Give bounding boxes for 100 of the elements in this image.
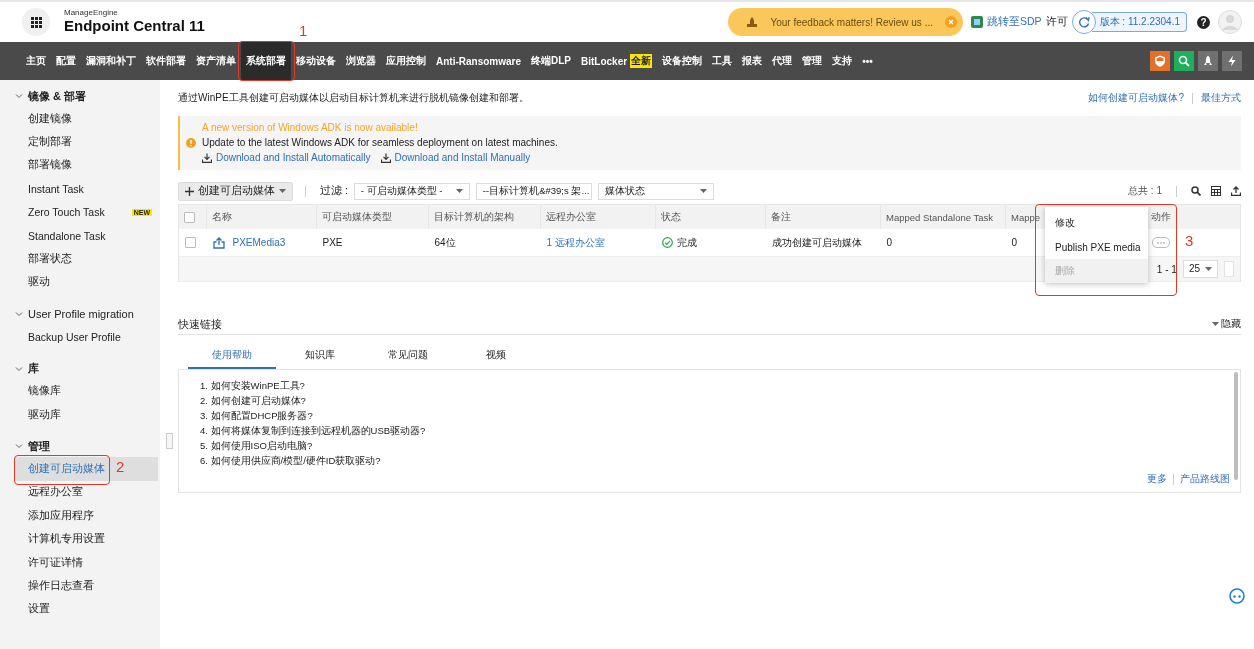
avatar-icon[interactable]: [1218, 10, 1242, 34]
column-header[interactable]: 目标计算机的架构: [428, 204, 541, 229]
sidebar-item[interactable]: Standalone Task: [14, 223, 158, 248]
nav-tab[interactable]: 工具: [707, 42, 738, 80]
table-cell: 成功创建可启动媒体: [765, 229, 881, 257]
nav-tab[interactable]: 终端DLP: [526, 42, 576, 80]
search-icon: [1178, 55, 1190, 67]
sidebar-item[interactable]: 操作日志查看: [14, 574, 158, 598]
chevron-icon[interactable]: [15, 442, 23, 451]
check-circle-icon: [661, 237, 673, 248]
nav-tab[interactable]: 代理: [767, 42, 798, 80]
checkbox[interactable]: [184, 211, 195, 223]
help-question-link[interactable]: 4. 如何将媒体复制到连接到远程机器的USB驱动器?: [200, 425, 1219, 437]
shield-button[interactable]: [1150, 51, 1170, 71]
nav-tab[interactable]: 报表: [737, 42, 768, 80]
section-title: 镜像 & 部署: [28, 88, 87, 104]
filter-dropdown[interactable]: --目标计算机&#39;s 架...: [475, 182, 592, 200]
help-question-link[interactable]: 2. 如何创建可启动媒体?: [200, 395, 1219, 407]
help-question-link[interactable]: 5. 如何使用ISO启动电脑?: [200, 440, 1219, 452]
nav-tab[interactable]: 漏洞和补丁: [81, 42, 141, 80]
nav-tab[interactable]: 系统部署: [241, 42, 291, 80]
nav-tab[interactable]: •••: [857, 42, 878, 80]
filter-dropdown[interactable]: - 可启动媒体类型 -: [353, 182, 470, 200]
nav-tab[interactable]: 资产清单: [191, 42, 241, 80]
nav-tab[interactable]: Anti-Ransomware: [431, 42, 526, 80]
chevron-icon[interactable]: [15, 310, 23, 319]
nav-tab[interactable]: 设备控制: [657, 42, 708, 80]
download-link[interactable]: Download and Install Automatically: [216, 152, 371, 163]
roadmap-link[interactable]: 产品路线图: [1180, 473, 1230, 486]
help-link[interactable]: 最佳方式: [1201, 91, 1241, 105]
tab[interactable]: 视频: [452, 345, 540, 369]
lightning-button[interactable]: [1222, 51, 1242, 71]
nav-tab[interactable]: 管理: [797, 42, 828, 80]
help-question-link[interactable]: 3. 如何配置DHCP服务器?: [200, 410, 1219, 422]
hide-toggle[interactable]: 隐藏: [1212, 317, 1241, 331]
nav-tab[interactable]: BitLocker 全新: [576, 42, 658, 80]
next-page-button[interactable]: [1224, 261, 1234, 277]
plus-icon: [185, 186, 194, 196]
sidebar-item[interactable]: 添加应用程序: [14, 504, 158, 528]
download-link[interactable]: Download and Install Manually: [394, 152, 531, 163]
help-button[interactable]: ?: [1197, 15, 1210, 29]
column-header[interactable]: 远程办公室: [540, 204, 656, 229]
search-icon[interactable]: [1191, 186, 1201, 196]
chevron-icon[interactable]: [15, 364, 23, 373]
nav-tab[interactable]: 主页: [21, 42, 51, 80]
column-header[interactable]: 名称: [206, 204, 317, 229]
page-size-select[interactable]: 25: [1182, 260, 1218, 278]
sidebar-item[interactable]: 创建镜像: [14, 107, 158, 131]
nav-tab[interactable]: 应用控制: [381, 42, 431, 80]
checkbox[interactable]: [185, 237, 196, 248]
sidebar-item[interactable]: Instant Task: [14, 177, 158, 201]
sidebar-item[interactable]: Backup User Profile: [14, 325, 158, 349]
column-header[interactable]: 状态: [655, 204, 766, 229]
nav-tab[interactable]: 移动设备: [291, 42, 341, 80]
sidebar-item[interactable]: 部署状态: [14, 247, 158, 271]
license-link[interactable]: 许可: [1045, 15, 1068, 29]
office-link[interactable]: 1 远程办公室: [546, 236, 605, 248]
more-actions-button[interactable]: [1151, 237, 1170, 248]
sidebar-item[interactable]: 定制部署: [14, 130, 158, 154]
columns-icon[interactable]: [1211, 186, 1221, 196]
export-icon[interactable]: [1231, 186, 1241, 196]
scrollbar[interactable]: [1234, 372, 1238, 480]
menu-item[interactable]: Publish PXE media: [1045, 235, 1148, 259]
help-question-link[interactable]: 6. 如何使用供应商/模型/硬件ID获取驱动?: [200, 455, 1219, 467]
tab[interactable]: 常见问题: [364, 345, 452, 369]
media-name-link[interactable]: PXEMedia3: [232, 237, 286, 248]
tab[interactable]: 知识库: [276, 345, 364, 369]
chevron-icon[interactable]: [15, 92, 23, 100]
nav-tab[interactable]: 支持: [827, 42, 858, 80]
sidebar-item[interactable]: 远程办公室: [14, 480, 158, 505]
create-media-label: 创建可启动媒体: [198, 184, 275, 198]
tab[interactable]: 使用帮助: [188, 345, 276, 369]
caret-icon: [1212, 322, 1219, 326]
sidebar-item[interactable]: 镜像库: [14, 379, 158, 403]
refresh-button[interactable]: [1071, 10, 1096, 34]
sdp-link[interactable]: 跳转至SDP: [987, 15, 1042, 29]
sidebar-item[interactable]: 驱动: [14, 270, 158, 295]
column-header[interactable]: 备注: [765, 204, 881, 229]
help-question-link[interactable]: 1. 如何安装WinPE工具?: [200, 380, 1219, 392]
sidebar-item[interactable]: 计算机专用设置: [14, 527, 158, 551]
search-button[interactable]: [1174, 51, 1194, 71]
nav-tab[interactable]: 浏览器: [341, 42, 381, 80]
rocket-button[interactable]: [1198, 51, 1218, 71]
column-header[interactable]: 可启动媒体类型: [316, 204, 429, 229]
sidebar-item[interactable]: 驱动库: [14, 402, 158, 427]
more-link[interactable]: 更多: [1147, 473, 1167, 486]
help-link[interactable]: 如何创建可启动媒体?: [1088, 91, 1184, 105]
column-header[interactable]: Mapped Standalone Task: [880, 204, 1006, 229]
resize-handle[interactable]: [166, 433, 173, 449]
nav-tab[interactable]: 软件部署: [141, 42, 191, 80]
column-header[interactable]: 动作: [1145, 204, 1241, 229]
create-media-button[interactable]: 创建可启动媒体: [178, 181, 293, 201]
sidebar-item[interactable]: 设置: [14, 597, 158, 622]
sidebar-item[interactable]: 部署镜像: [14, 153, 158, 178]
close-icon[interactable]: [945, 16, 957, 28]
nav-tab[interactable]: 配置: [51, 42, 81, 80]
chat-icon[interactable]: [1229, 588, 1245, 604]
sidebar-item[interactable]: 许可证详情: [14, 550, 158, 575]
app-launcher-button[interactable]: [22, 8, 50, 36]
filter-dropdown[interactable]: 媒体状态: [597, 182, 714, 200]
